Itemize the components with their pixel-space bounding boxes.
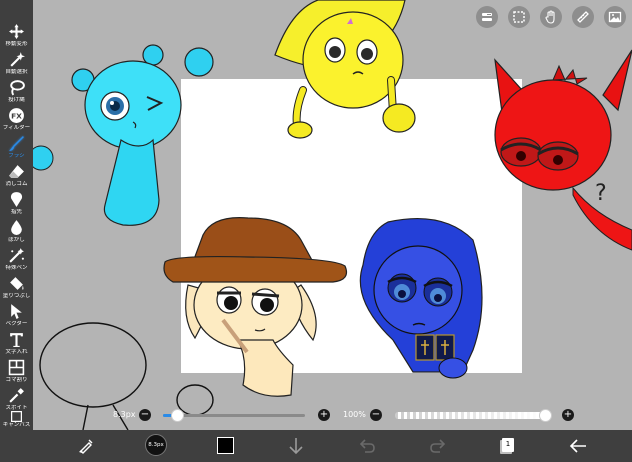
vector-cursor-icon [11,304,22,319]
eraser-icon [9,165,24,178]
tool-label: 塗りつぶし [2,293,31,299]
drawing-app: 移動変形 自動選択 投げ縄 FX フィルター ブラシ 消しゴム 指先 ぼかし 特… [0,0,632,462]
panel-divide-icon [8,359,25,376]
selection-button[interactable] [508,6,530,28]
tool-label: ぼかし [8,237,25,243]
tool-blur[interactable]: ぼかし [0,218,33,246]
tool-label: フィルター [2,125,31,131]
brush-size-thumb[interactable] [171,409,185,422]
tool-panel-divide[interactable]: コマ割り [0,358,33,386]
layer-count: 1 [505,440,511,448]
tool-label: ブラシ [8,153,25,159]
opacity-thumb[interactable] [539,409,552,422]
hand-icon [545,10,555,24]
magic-wand-icon [10,52,25,67]
redo-icon [430,439,446,453]
eyedropper-icon [9,388,24,403]
tool-filter[interactable]: FX フィルター [0,106,33,134]
hat-character [163,217,348,397]
arrow-left-icon [569,439,586,453]
tool-label: ベクター [5,321,28,327]
brush-size-slider[interactable] [163,414,305,417]
opacity-minus-button[interactable]: − [370,409,382,421]
ruler-icon [577,11,589,23]
tool-label: 指先 [10,209,22,215]
color-swatch[interactable] [217,437,234,454]
arrow-down-icon [289,438,303,455]
brush-preview-label: 8.3px [148,442,164,448]
layer-down-button[interactable] [285,435,307,457]
layers-button[interactable]: 1 [500,436,516,454]
brush-size-value: 8.3px [113,410,136,419]
tool-label: 文字入れ [5,349,28,355]
back-button[interactable] [567,435,589,457]
yellow-character [274,0,416,139]
ruler-button[interactable] [572,6,594,28]
tool-lasso[interactable]: 投げ縄 [0,78,33,106]
finger-smudge-icon [10,192,23,207]
layer-toggle-button[interactable] [476,6,498,28]
tool-magic-wand[interactable]: 自動選択 [0,50,33,78]
selection-icon [513,11,525,23]
tool-canvas[interactable]: キャンバス [0,411,33,430]
text-t-icon [10,333,23,347]
special-pen-icon [9,248,24,263]
svg-text:FX: FX [11,112,22,121]
brush-settings-button[interactable] [75,435,97,457]
top-right-toolbar [476,6,626,28]
bucket-fill-icon [10,277,24,290]
opacity-plus-button[interactable]: + [562,409,574,421]
brush-icon [9,136,24,151]
slider-row: 8.3px − + 100% − + [33,405,632,427]
tool-label: 特殊ペン [5,265,28,271]
lasso-icon [10,80,25,96]
tool-label: 消しゴム [5,181,28,187]
blur-drop-icon [11,220,22,235]
tool-label: 自動選択 [5,69,28,75]
artwork-layer: ? [33,0,632,430]
brush-size-plus-button[interactable]: + [318,409,330,421]
tool-special-pen[interactable]: 特殊ペン [0,246,33,274]
tool-eraser[interactable]: 消しゴム [0,162,33,190]
left-toolbar: 移動変形 自動選択 投げ縄 FX フィルター ブラシ 消しゴム 指先 ぼかし 特… [0,0,33,430]
bottom-toolbar: 8.3px 1 [0,430,632,462]
opacity-value: 100% [343,410,366,419]
canvas-area[interactable]: ? [33,0,632,430]
brush-settings-icon [79,439,93,454]
tool-label: コマ割り [5,377,28,383]
brush-size-minus-button[interactable]: − [139,409,151,421]
undo-icon [359,439,375,453]
red-character: ? [494,49,632,251]
image-button[interactable] [604,6,626,28]
tool-text[interactable]: 文字入れ [0,330,33,358]
fx-filter-icon: FX [9,108,24,123]
tool-brush[interactable]: ブラシ [0,134,33,162]
tool-finger[interactable]: 指先 [0,190,33,218]
layer-toggle-icon [482,13,492,21]
move-transform-icon [9,24,24,39]
tool-label: 移動変形 [5,41,28,47]
tool-move-transform[interactable]: 移動変形 [0,22,33,50]
tool-label: 投げ縄 [8,97,25,103]
svg-text:?: ? [595,181,607,206]
tool-bucket-fill[interactable]: 塗りつぶし [0,274,33,302]
opacity-slider[interactable] [395,412,545,419]
brush-preview[interactable]: 8.3px [145,434,167,456]
redo-button[interactable] [427,435,449,457]
cyan-bear-character [33,44,214,226]
image-icon [608,11,622,23]
blue-hooded-character [359,217,483,379]
undo-button[interactable] [356,435,378,457]
tool-label: キャンバス [2,422,31,428]
tool-vector[interactable]: ベクター [0,302,33,330]
hand-button[interactable] [540,6,562,28]
